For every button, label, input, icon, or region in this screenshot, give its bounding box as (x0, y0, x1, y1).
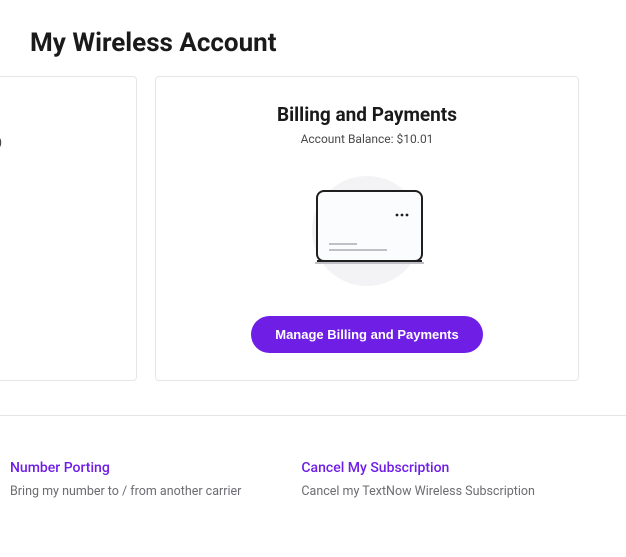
page-title: My Wireless Account (30, 28, 626, 58)
billing-card: Billing and Payments Account Balance: $1… (155, 76, 579, 381)
left-card-partial: o) (0, 76, 137, 381)
cards-row: o) Billing and Payments Account Balance:… (0, 76, 626, 381)
cancel-subscription-block: Cancel My Subscription Cancel my TextNow… (301, 460, 535, 499)
number-porting-desc: Bring my number to / from another carrie… (10, 484, 241, 499)
billing-heading: Billing and Payments (277, 103, 457, 126)
cancel-subscription-link[interactable]: Cancel My Subscription (301, 460, 535, 476)
cancel-subscription-desc: Cancel my TextNow Wireless Subscription (301, 484, 535, 499)
manage-billing-button[interactable]: Manage Billing and Payments (251, 316, 483, 353)
left-card-fragment: o) (0, 135, 2, 149)
billing-balance: Account Balance: $10.01 (301, 132, 434, 146)
credit-card-icon (287, 166, 447, 296)
number-porting-link[interactable]: Number Porting (10, 460, 241, 476)
number-porting-block: Number Porting Bring my number to / from… (10, 460, 241, 499)
links-row: Number Porting Bring my number to / from… (0, 416, 626, 499)
